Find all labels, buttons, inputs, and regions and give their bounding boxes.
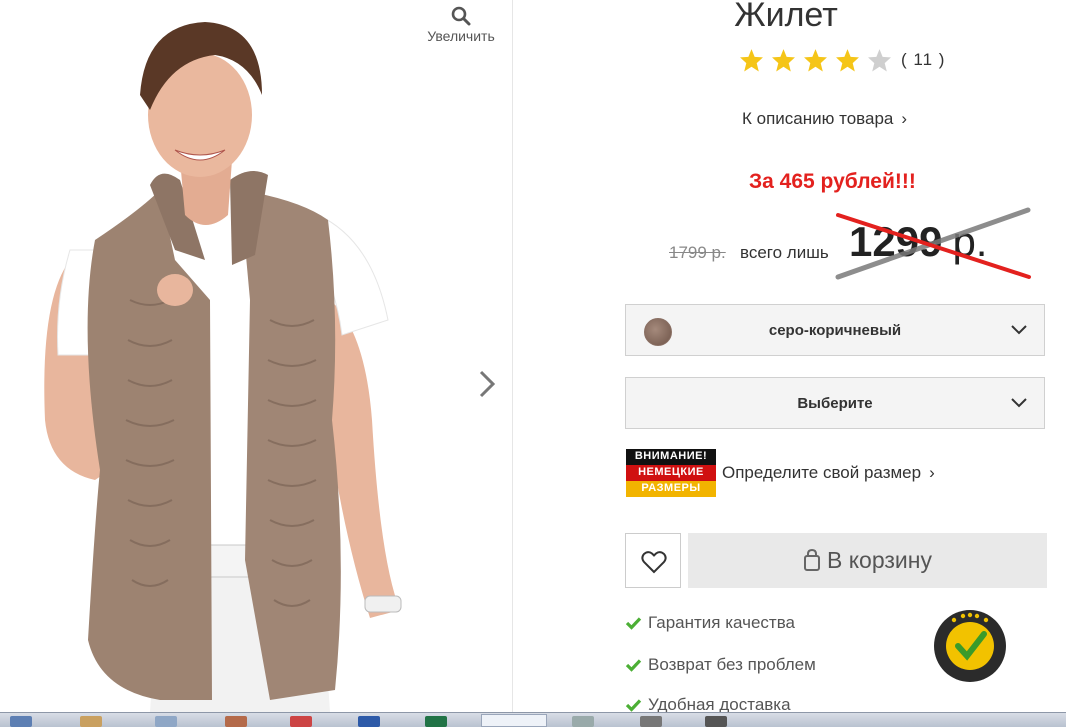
- size-select-value: Выберите: [797, 395, 873, 412]
- taskbar-app-icon[interactable]: [80, 716, 102, 727]
- chevron-down-icon: [1011, 325, 1027, 335]
- product-title: Жилет: [734, 0, 838, 34]
- cart-label: В корзину: [827, 547, 932, 573]
- color-select-value: серо-коричневый: [768, 322, 902, 339]
- taskbar-app-icon[interactable]: [425, 716, 447, 727]
- star-empty-icon: [868, 49, 891, 72]
- description-link-label: К описанию товара: [742, 109, 894, 128]
- os-taskbar: [0, 712, 1066, 727]
- bag-icon: [804, 548, 820, 571]
- star-filled-icon: [836, 49, 859, 72]
- taskbar-app-icon[interactable]: [358, 716, 380, 727]
- add-to-cart-button[interactable]: В корзину: [688, 533, 1047, 588]
- check-icon: [625, 617, 642, 630]
- badge-line: НЕМЕЦКИЕ: [626, 465, 716, 481]
- taskbar-app-icon[interactable]: [705, 716, 727, 727]
- benefit-label: Возврат без проблем: [648, 655, 816, 674]
- badge-line: РАЗМЕРЫ: [626, 481, 716, 497]
- old-price: 1799 р.: [669, 243, 726, 262]
- price-currency: р.: [952, 218, 988, 265]
- taskbar-app-icon[interactable]: [640, 716, 662, 727]
- taskbar-active-app[interactable]: [481, 714, 547, 727]
- chevron-right-icon[interactable]: [474, 366, 500, 402]
- product-gallery: Увеличить: [0, 0, 512, 712]
- benefit-item: Возврат без проблем: [625, 655, 816, 675]
- rating-stars[interactable]: [739, 47, 899, 73]
- badge-line: ВНИМАНИЕ!: [626, 449, 716, 465]
- benefit-item: Гарантия качества: [625, 613, 795, 633]
- check-icon: [625, 699, 642, 712]
- benefit-label: Гарантия качества: [648, 613, 795, 632]
- color-select[interactable]: серо-коричневый: [625, 304, 1045, 356]
- check-icon: [625, 659, 642, 672]
- product-info: Жилет ( 11 ) К описанию товара › За 465 р…: [513, 0, 1066, 714]
- size-select[interactable]: Выберите: [625, 377, 1045, 429]
- taskbar-app-icon[interactable]: [290, 716, 312, 727]
- star-filled-icon: [804, 49, 827, 72]
- description-link[interactable]: К описанию товара ›: [742, 109, 907, 129]
- price-prefix: всего лишь: [740, 243, 829, 262]
- promo-text: За 465 рублей!!!: [749, 170, 916, 193]
- chevron-down-icon: [1011, 398, 1027, 408]
- heart-icon: [641, 551, 667, 574]
- current-price: 1299 р.: [849, 218, 987, 266]
- taskbar-app-icon[interactable]: [10, 716, 32, 727]
- chevron-right-icon: ›: [901, 109, 908, 128]
- star-filled-icon: [740, 49, 763, 72]
- taskbar-app-icon[interactable]: [155, 716, 177, 727]
- taskbar-app-icon[interactable]: [572, 716, 594, 727]
- size-guide-label: Определите свой размер: [722, 463, 922, 482]
- star-filled-icon: [772, 49, 795, 72]
- taskbar-app-icon[interactable]: [225, 716, 247, 727]
- price-value: 1299: [849, 218, 943, 265]
- reviews-count[interactable]: ( 11 ): [901, 50, 945, 70]
- wishlist-button[interactable]: [625, 533, 681, 588]
- product-photo[interactable]: [0, 0, 512, 712]
- size-guide-link[interactable]: Определите свой размер ›: [722, 463, 935, 483]
- german-sizes-badge: ВНИМАНИЕ! НЕМЕЦКИЕ РАЗМЕРЫ: [626, 449, 716, 497]
- chevron-right-icon: ›: [929, 463, 935, 482]
- quality-seal-icon: [934, 610, 1006, 682]
